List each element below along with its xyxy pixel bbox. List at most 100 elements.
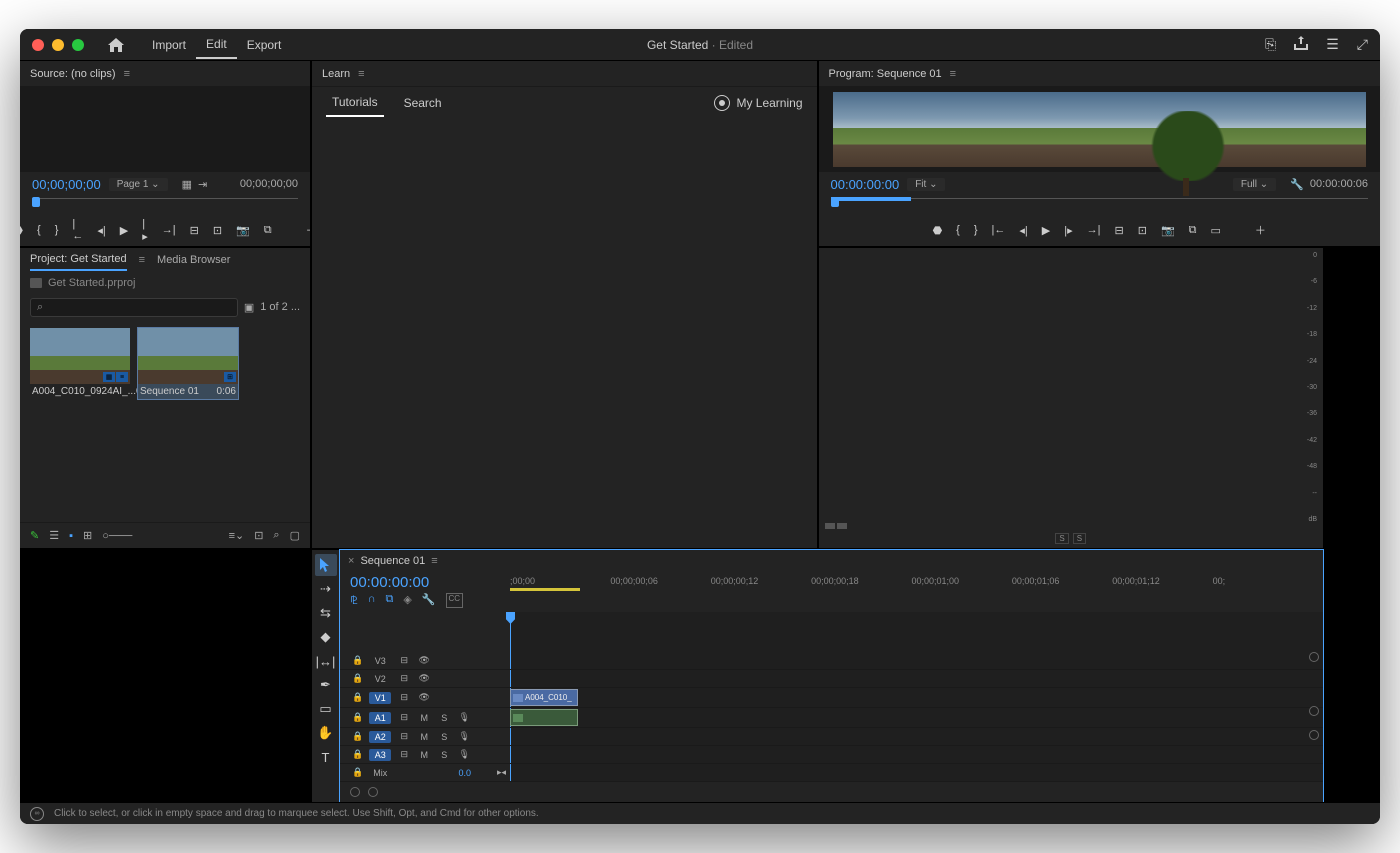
timeline-nest-icon[interactable]: ⅊ (350, 593, 358, 608)
program-marker-icon[interactable]: ⬣ (933, 224, 943, 237)
project-find-icon[interactable]: ⌕ (273, 529, 279, 542)
timeline-tab-sequence[interactable]: Sequence 01 (360, 555, 425, 567)
lock-icon[interactable]: 🔒 (352, 767, 363, 778)
source-export-frame-icon[interactable]: 📷 (236, 224, 250, 237)
mix-expand-icon[interactable]: ▸◂ (497, 767, 506, 778)
track-target-a1[interactable]: A1 (369, 712, 391, 724)
bin-item-clip[interactable]: ▦≡ A004_C010_0924AI_...0:06 (30, 328, 130, 399)
timeline-hzoom-handle[interactable] (368, 787, 378, 797)
creative-cloud-icon[interactable]: ∞ (30, 807, 44, 821)
program-step-fwd-icon[interactable]: |▸ (1064, 224, 1072, 237)
project-list-view-icon[interactable]: ☰ (49, 529, 59, 542)
tool-ripple[interactable]: ⇆ (315, 602, 337, 624)
eye-icon[interactable]: 👁 (417, 692, 431, 703)
mute-icon[interactable]: M (417, 732, 431, 742)
lock-icon[interactable]: 🔒 (352, 655, 363, 666)
sync-lock-icon[interactable]: ⊟ (397, 673, 411, 684)
lock-icon[interactable]: 🔒 (352, 749, 363, 760)
mix-value[interactable]: 0.0 (458, 768, 471, 778)
learn-tab-tutorials[interactable]: Tutorials (326, 89, 384, 117)
lock-icon[interactable]: 🔒 (352, 692, 363, 703)
workspace-tab-edit[interactable]: Edit (196, 31, 237, 59)
sync-lock-icon[interactable]: ⊟ (397, 692, 411, 703)
program-lift-icon[interactable]: ⊟ (1115, 224, 1124, 237)
track-target-v1[interactable]: V1 (369, 692, 391, 704)
timeline-scroll-up[interactable] (1309, 652, 1319, 662)
eye-icon[interactable]: 👁 (417, 673, 431, 684)
voice-icon[interactable]: 🎙 (457, 731, 471, 742)
track-a2[interactable] (510, 728, 1323, 746)
project-icon-view-icon[interactable]: ▪ (69, 530, 73, 542)
timeline-vzoom-1[interactable] (1309, 706, 1319, 716)
source-page-select[interactable]: Page 1 ⌄ (109, 178, 168, 191)
sync-lock-icon[interactable]: ⊟ (397, 712, 411, 723)
track-target-a3[interactable]: A3 (369, 749, 391, 761)
program-play-icon[interactable]: ▶ (1042, 224, 1050, 237)
tool-type[interactable]: T (315, 746, 337, 768)
source-play-icon[interactable]: ▶ (120, 224, 128, 237)
source-overwrite-icon[interactable]: ⊡ (213, 224, 222, 237)
track-v3[interactable] (510, 652, 1323, 670)
track-v2[interactable] (510, 670, 1323, 688)
timeline-markers-icon[interactable]: ◈ (403, 593, 411, 608)
timeline-snap-icon[interactable]: ∩ (368, 593, 376, 608)
workspace-tab-import[interactable]: Import (142, 32, 196, 58)
timeline-tracks[interactable]: A004_C010_ (510, 612, 1323, 782)
project-search-input[interactable]: ⌕ (30, 298, 238, 317)
source-goto-in-icon[interactable]: |← (72, 218, 83, 242)
source-settings-icon[interactable]: ⧉ (264, 224, 272, 237)
project-tab-media-browser[interactable]: Media Browser (157, 250, 230, 270)
program-extract-icon[interactable]: ⊡ (1138, 224, 1147, 237)
close-window-button[interactable] (32, 39, 44, 51)
maximize-window-button[interactable] (72, 39, 84, 51)
timeline-link-icon[interactable]: ⧉ (385, 593, 393, 608)
track-target-v2[interactable]: V2 (369, 673, 391, 685)
program-settings-icon[interactable]: 🔧 (1290, 178, 1304, 191)
program-monitor-view[interactable] (819, 87, 1381, 172)
program-goto-out-icon[interactable]: →| (1087, 224, 1101, 236)
learn-tab-search[interactable]: Search (398, 90, 448, 116)
project-tab-project[interactable]: Project: Get Started (30, 249, 127, 271)
tool-pen[interactable]: ✒ (315, 674, 337, 696)
program-fit-select[interactable]: Fit ⌄ (907, 178, 945, 191)
tool-rectangle[interactable]: ▭ (315, 698, 337, 720)
program-quality-select[interactable]: Full ⌄ (1233, 178, 1276, 191)
timeline-settings-icon[interactable]: 🔧 (422, 593, 436, 608)
program-export-frame-icon[interactable]: 📷 (1161, 224, 1175, 237)
track-a1[interactable] (510, 708, 1323, 728)
track-target-a2[interactable]: A2 (369, 731, 391, 743)
mute-icon[interactable]: M (417, 713, 431, 723)
project-sort-icon[interactable]: ≡⌄ (229, 529, 245, 542)
program-step-back-icon[interactable]: ◂| (1019, 224, 1027, 237)
tool-hand[interactable]: ✋ (315, 722, 337, 744)
project-zoom-slider[interactable]: ○─── (102, 530, 132, 542)
program-tc-in[interactable]: 00:00:00:00 (831, 177, 900, 192)
mute-icon[interactable]: M (417, 750, 431, 760)
timeline-vzoom-2[interactable] (1309, 730, 1319, 740)
program-panel-menu-icon[interactable]: ≡ (950, 68, 956, 80)
workspace-tab-export[interactable]: Export (237, 32, 292, 58)
timeline-timecode[interactable]: 00:00:00:00 (350, 574, 500, 591)
project-filter-icon[interactable]: ▣ (244, 301, 254, 314)
program-in-icon[interactable]: { (956, 224, 960, 236)
voice-icon[interactable]: 🎙 (457, 712, 471, 723)
eye-icon[interactable]: 👁 (417, 655, 431, 666)
project-bin-grid[interactable]: ▦≡ A004_C010_0924AI_...0:06 ⊞ Sequence 0… (20, 320, 310, 522)
timeline-tab-close-icon[interactable]: × (348, 555, 354, 567)
program-add-button-icon[interactable]: ＋ (1255, 222, 1266, 238)
source-goto-out-icon[interactable]: →| (162, 224, 176, 236)
lock-icon[interactable]: 🔒 (352, 712, 363, 723)
source-add-button-icon[interactable]: ＋ (306, 222, 310, 238)
source-in-icon[interactable]: { (37, 224, 41, 236)
quick-export-icon[interactable]: ⎘ (1265, 36, 1276, 53)
voice-icon[interactable]: 🎙 (457, 749, 471, 760)
source-step-fwd-icon[interactable]: |▸ (142, 218, 148, 243)
timeline-clip-video[interactable]: A004_C010_ (510, 689, 578, 706)
sync-lock-icon[interactable]: ⊟ (397, 655, 411, 666)
my-learning-button[interactable]: My Learning (714, 95, 802, 111)
bin-item-sequence[interactable]: ⊞ Sequence 010:06 (138, 328, 238, 399)
minimize-window-button[interactable] (52, 39, 64, 51)
track-v1[interactable]: A004_C010_ (510, 688, 1323, 708)
sync-lock-icon[interactable]: ⊟ (397, 749, 411, 760)
source-marker-icon[interactable]: ⬣ (20, 224, 23, 237)
